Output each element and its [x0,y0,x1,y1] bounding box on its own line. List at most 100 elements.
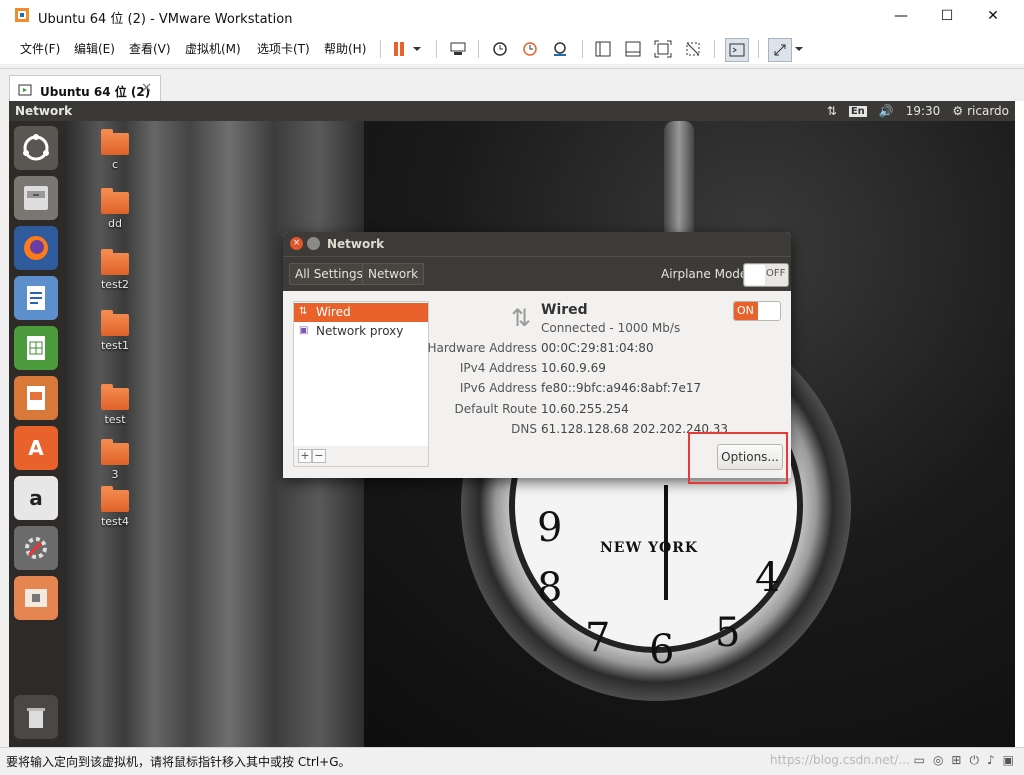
hard-disk-icon[interactable]: ▭ [914,753,925,768]
desktop-folder[interactable]: test4 [90,486,140,542]
crumb-network[interactable]: Network [362,263,425,285]
wired-toggle[interactable]: ON [733,301,781,321]
dialog-toolbar: All Settings Network Airplane Mode OFF [283,256,791,291]
pause-button[interactable] [388,38,410,60]
dash-home-button[interactable] [14,126,58,170]
toolbar-separator [436,40,437,58]
desktop-folder[interactable]: c [90,129,140,185]
vmware-logo-icon [15,8,29,22]
desktop-folder[interactable]: 3 [90,439,140,495]
send-ctrl-alt-del-button[interactable] [447,38,469,60]
vm-tab-icon [18,84,32,96]
thumbnail-bar-button[interactable] [622,38,644,60]
dialog-title: Network [327,237,385,251]
spreadsheet-icon [27,336,45,360]
tab-close-icon[interactable]: ✕ [141,81,152,96]
panel-title: Network [15,104,73,118]
writer-launcher[interactable] [14,276,58,320]
list-item-wired[interactable]: ⇅ Wired [294,303,428,322]
crumb-all-settings[interactable]: All Settings [289,263,369,285]
snapshot-manager-button[interactable] [549,38,571,60]
status-bar: 要将输入定向到该虚拟机，请将鼠标指针移入其中或按 Ctrl+G。 https:/… [0,747,1024,775]
amazon-icon: a [29,486,43,510]
proxy-icon: ▣ [299,325,309,336]
sound-icon[interactable]: ♪ [987,753,995,768]
list-footer: + − [293,446,429,467]
stretch-icon [774,44,786,56]
list-item-label: Wired [316,305,351,319]
panel-indicators: ⇅ En 🔊 19:30 ⚙ ricardo [827,104,1009,118]
calc-launcher[interactable] [14,326,58,370]
airplane-mode-toggle[interactable]: OFF [743,263,789,287]
desktop-folder[interactable]: test2 [90,249,140,305]
stretch-dropdown-button[interactable] [792,38,806,60]
menu-vm[interactable]: 虚拟机(M) [185,40,241,57]
unity-mode-button[interactable] [682,38,704,60]
pause-icon [394,42,404,56]
writer-document-icon [27,286,45,310]
usb-icon[interactable]: ⏻ [969,753,979,768]
dialog-close-button[interactable]: × [290,237,303,250]
clock-number: 8 [537,565,563,611]
amazon-launcher[interactable]: a [14,476,58,520]
cd-drive-icon[interactable]: ◎ [933,753,943,768]
presentation-icon [27,386,45,410]
desktop-folder[interactable]: dd [90,188,140,244]
menu-edit[interactable]: 编辑(E) [74,40,115,57]
detail-key: DNS [511,422,537,436]
menu-file[interactable]: 文件(F) [20,40,60,57]
menu-view[interactable]: 查看(V) [129,40,171,57]
system-settings-launcher[interactable] [14,526,58,570]
wired-status: Connected - 1000 Mb/s [541,321,681,335]
minimize-button[interactable]: — [878,0,924,32]
menu-tabs[interactable]: 选项卡(T) [257,40,310,57]
show-library-button[interactable] [592,38,614,60]
keyboard-layout-indicator[interactable]: En [848,105,867,117]
add-connection-button[interactable]: + [298,449,312,463]
remove-connection-button[interactable]: − [312,449,326,463]
volume-icon[interactable]: 🔊 [879,104,894,118]
menu-help[interactable]: 帮助(H) [324,40,366,57]
display-icon[interactable]: ▣ [1003,753,1014,768]
desktop-folder[interactable]: test1 [90,310,140,366]
close-icon: ✕ [987,8,999,24]
desktop-folder[interactable]: test [90,384,140,440]
detail-key: Hardware Address [427,341,537,355]
user-name[interactable]: ricardo [967,104,1009,118]
snapshot-button[interactable] [489,38,511,60]
full-screen-button[interactable] [652,38,674,60]
guest-display[interactable]: Network ⇅ En 🔊 19:30 ⚙ ricardo NEW YORK … [9,101,1015,747]
detail-value: 10.60.9.69 [541,361,606,375]
close-button[interactable]: ✕ [970,0,1016,32]
settings-gear-icon[interactable]: ⚙ [952,104,963,118]
network-adapter-icon[interactable]: ⊞ [951,753,961,768]
software-center-launcher[interactable]: A [14,426,58,470]
revert-snapshot-button[interactable] [519,38,541,60]
folder-icon [101,384,129,410]
network-indicator-icon[interactable]: ⇅ [827,104,837,118]
toolbar-separator [582,40,583,58]
folder-window-icon [25,589,47,607]
dialog-minimize-button[interactable] [307,237,320,250]
tab-label: Ubuntu 64 位 (2) [40,85,151,99]
folder-icon [101,439,129,465]
detail-value: 00:0C:29:81:04:80 [541,341,654,355]
firefox-launcher[interactable] [14,226,58,270]
wired-connection-icon: ⇅ [511,304,532,332]
watermark-text: https://blog.csdn.net/... [770,753,910,767]
stretch-guest-button[interactable] [768,38,792,62]
trash-launcher[interactable] [14,695,58,739]
snapshot-icon [493,42,507,56]
console-view-button[interactable] [725,38,749,62]
toggle-state: ON [737,304,754,317]
pause-dropdown-button[interactable] [410,38,424,60]
maximize-button[interactable]: ☐ [924,0,970,32]
toggle-state: OFF [766,268,786,279]
clock-time[interactable]: 19:30 [906,104,941,118]
files-launcher[interactable] [14,176,58,220]
impress-launcher[interactable] [14,376,58,420]
list-item-network-proxy[interactable]: ▣ Network proxy [294,322,428,341]
file-manager-launcher[interactable] [14,576,58,620]
clock-number: 4 [755,555,781,601]
toolbar-separator [758,40,759,58]
